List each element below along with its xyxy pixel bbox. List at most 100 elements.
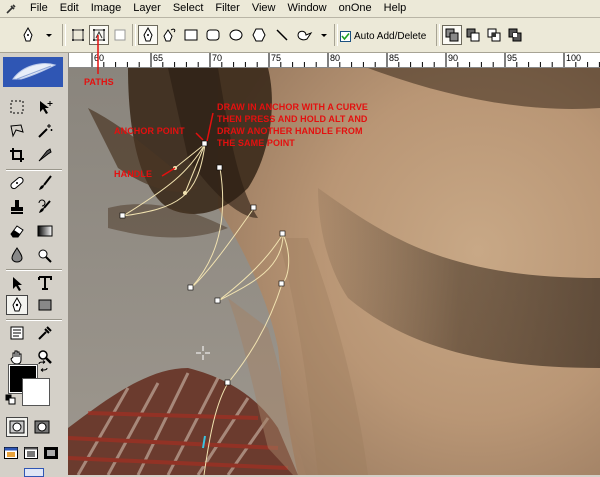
menu-bar: File Edit Image Layer Select Filter View… — [0, 0, 600, 18]
lasso-tool[interactable] — [6, 121, 28, 141]
full-screen-button[interactable] — [42, 445, 60, 461]
auto-add-delete-option[interactable]: Auto Add/Delete — [340, 28, 426, 44]
brush-tool[interactable] — [34, 173, 56, 193]
standard-screen-button[interactable] — [2, 445, 20, 461]
healing-brush-tool[interactable] — [6, 173, 28, 193]
pen-mode-button[interactable] — [138, 25, 158, 45]
menu-view[interactable]: View — [246, 0, 282, 17]
jump-to-imageready-button[interactable] — [10, 467, 58, 477]
fill-pixels-button[interactable] — [110, 25, 130, 45]
subtract-area-button[interactable] — [463, 25, 483, 45]
ruler-label: 60 — [94, 53, 105, 63]
move-icon — [40, 101, 53, 114]
rectangle-shape-button[interactable] — [181, 25, 201, 45]
menu-file[interactable]: File — [24, 0, 54, 17]
path-selection-tool[interactable] — [6, 273, 28, 293]
ruler-label: 85 — [389, 53, 400, 63]
anchor-point — [214, 297, 221, 304]
rounded-rectangle-button[interactable] — [203, 25, 223, 45]
anchor-point — [224, 379, 231, 386]
hand-icon — [10, 350, 22, 365]
instruction-line-1: DRAW IN ANCHOR WITH A CURVE — [217, 102, 369, 112]
gradient-icon — [37, 225, 53, 237]
intersect-area-button[interactable] — [484, 25, 504, 45]
menu-image[interactable]: Image — [85, 0, 128, 17]
default-colors-icon — [5, 394, 15, 404]
menu-window[interactable]: Window — [282, 0, 333, 17]
dodge-icon — [38, 249, 52, 263]
eye-dropper-app-icon[interactable] — [4, 2, 18, 16]
shape-layers-button[interactable] — [68, 25, 88, 45]
menu-filter[interactable]: Filter — [209, 0, 245, 17]
magic-wand-icon — [38, 124, 53, 138]
line-shape-button[interactable] — [272, 25, 292, 45]
auto-add-delete-label: Auto Add/Delete — [354, 30, 427, 42]
ellipse-shape-button[interactable] — [226, 25, 246, 45]
document-canvas[interactable]: ANCHOR POINT HANDLE DRAW IN ANCHOR WITH … — [68, 68, 600, 475]
handle-line — [184, 143, 206, 194]
polygon-shape-button[interactable] — [249, 25, 269, 45]
tools-separator — [6, 169, 62, 171]
menu-select[interactable]: Select — [167, 0, 210, 17]
notes-tool[interactable] — [6, 323, 28, 343]
instruction-line-3: DRAW ANOTHER HANDLE FROM — [217, 126, 363, 136]
quick-mask-button[interactable] — [31, 417, 53, 437]
separator — [132, 24, 136, 46]
shape-layers-icon — [72, 29, 84, 41]
path-curve — [122, 143, 206, 217]
gradient-tool[interactable] — [34, 221, 56, 241]
slice-tool[interactable] — [34, 145, 56, 165]
auto-add-delete-checkbox[interactable] — [340, 30, 351, 42]
combine-shapes-button[interactable] — [442, 25, 462, 45]
tools-panel-header[interactable] — [3, 57, 63, 87]
blur-tool[interactable] — [6, 245, 28, 265]
rectangle-tool[interactable] — [34, 295, 56, 315]
menu-layer[interactable]: Layer — [127, 0, 167, 17]
ruler-label: 95 — [507, 53, 518, 63]
pen-tool-icon — [12, 297, 22, 312]
screen-mode-icon — [4, 447, 18, 459]
anchor-pointer-line — [195, 132, 204, 141]
freeform-pen-icon — [163, 28, 176, 42]
tools-separator — [6, 319, 62, 321]
menu-edit[interactable]: Edit — [54, 0, 85, 17]
history-brush-tool[interactable] — [34, 197, 56, 217]
pen-tool[interactable] — [6, 295, 28, 315]
clone-stamp-tool[interactable] — [6, 197, 28, 217]
hand-tool[interactable] — [6, 347, 28, 367]
instruction-line-2: THEN PRESS AND HOLD ALT AND — [217, 114, 368, 124]
paths-mode-button[interactable] — [89, 25, 109, 45]
paths-annotation: PATHS — [84, 77, 114, 87]
pen-icon — [143, 27, 153, 42]
separator — [62, 24, 66, 46]
checkmark-icon — [341, 32, 350, 40]
rectangle-shape-icon — [38, 299, 52, 311]
tool-preset-picker[interactable] — [18, 25, 56, 45]
exclude-overlap-button[interactable] — [505, 25, 525, 45]
move-tool[interactable] — [34, 97, 56, 117]
handle-pointer-line — [161, 167, 176, 177]
type-tool[interactable] — [34, 273, 56, 293]
note-icon — [10, 326, 24, 340]
polygon-icon — [252, 28, 266, 42]
background-color-swatch[interactable] — [22, 378, 50, 406]
eraser-tool[interactable] — [6, 221, 28, 241]
standard-mode-button[interactable] — [6, 417, 28, 437]
default-colors-button[interactable] — [4, 393, 16, 405]
freeform-pen-button[interactable] — [160, 25, 180, 45]
ruler-label: 100 — [566, 53, 582, 63]
crop-tool[interactable] — [6, 145, 28, 165]
custom-shape-picker[interactable] — [294, 25, 330, 45]
magic-wand-tool[interactable] — [34, 121, 56, 141]
marquee-tool[interactable] — [6, 97, 28, 117]
anchor-point — [201, 140, 208, 147]
dodge-tool[interactable] — [34, 245, 56, 265]
path-curve — [190, 167, 224, 289]
swap-colors-button[interactable] — [36, 359, 50, 373]
eyedropper-tool[interactable] — [34, 323, 56, 343]
horizontal-ruler[interactable]: 60 65 70 75 80 85 90 95 100 — [68, 53, 600, 68]
full-screen-menu-button[interactable] — [22, 445, 40, 461]
menu-help[interactable]: Help — [378, 0, 413, 17]
menu-onone[interactable]: onOne — [333, 0, 378, 17]
instruction-pointer-line — [206, 112, 214, 142]
